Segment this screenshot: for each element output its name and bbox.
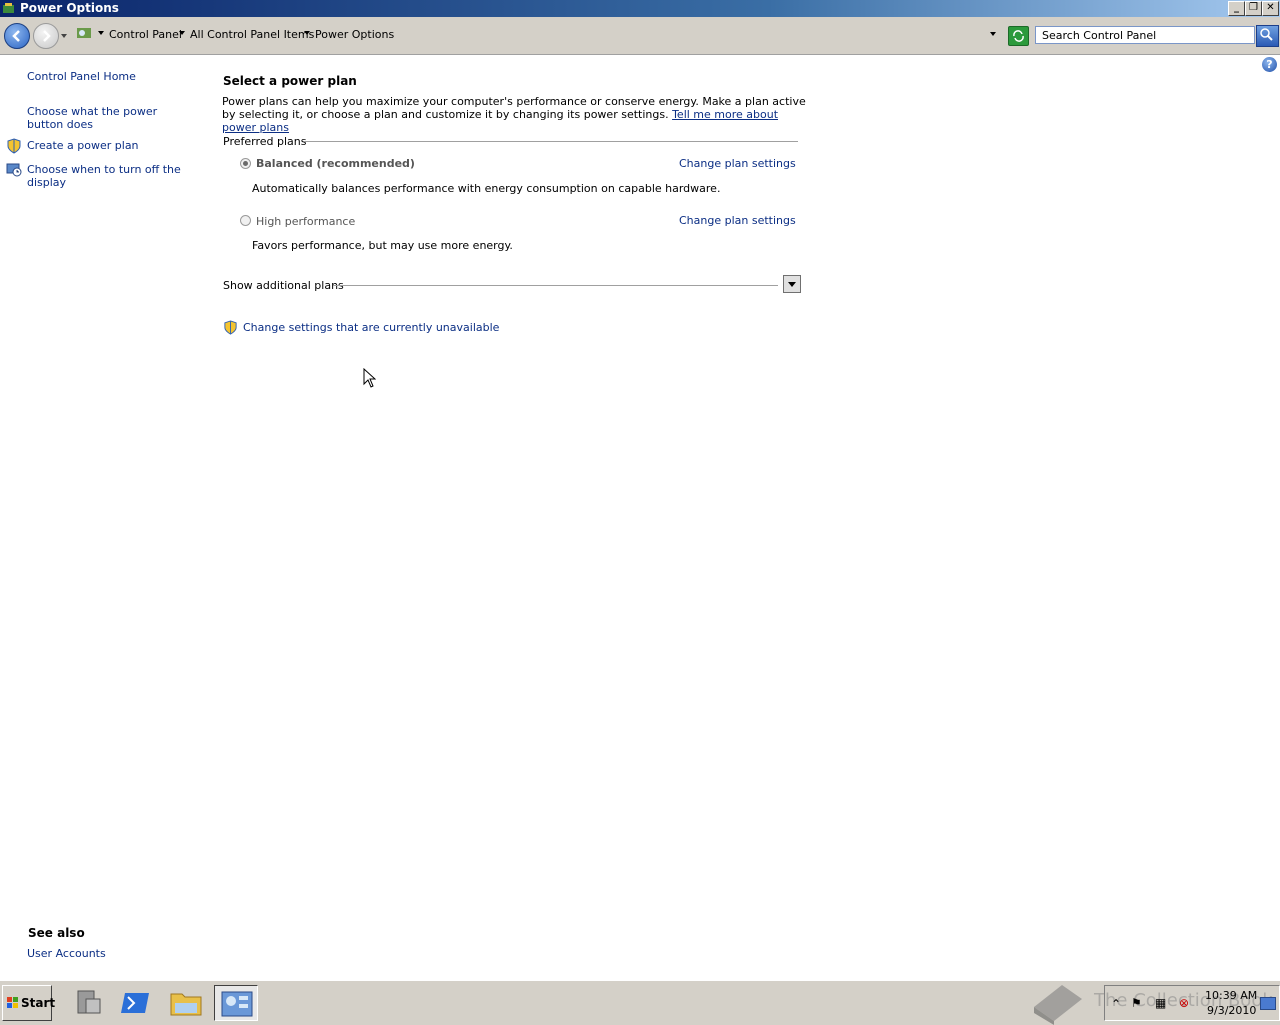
start-button[interactable]: Start	[2, 985, 56, 1021]
high-performance-radio[interactable]	[240, 215, 251, 226]
window-title: Power Options	[20, 1, 119, 15]
control-panel-home-link[interactable]: Control Panel Home	[27, 70, 187, 83]
mouse-cursor-icon	[363, 368, 376, 388]
explorer-taskbar-button[interactable]	[165, 985, 209, 1021]
address-dropdown-icon[interactable]	[990, 32, 996, 36]
change-unavailable-settings-link[interactable]: Change settings that are currently unava…	[243, 321, 499, 334]
monitor-clock-icon	[6, 162, 22, 178]
search-icon	[1260, 28, 1273, 41]
clock-date[interactable]: 9/3/2010	[1207, 1004, 1256, 1017]
show-hidden-icons-icon[interactable]: ⌃	[1111, 997, 1121, 1011]
refresh-button[interactable]	[1008, 26, 1029, 46]
turn-off-display-link[interactable]: Choose when to turn off the display	[27, 163, 187, 189]
preferred-plans-label: Preferred plans	[223, 135, 307, 148]
expand-additional-plans-button[interactable]	[783, 275, 801, 293]
balanced-plan-name[interactable]: Balanced (recommended)	[256, 157, 415, 170]
breadcrumb-power-options[interactable]: Power Options	[315, 28, 394, 41]
see-also-heading: See also	[28, 926, 85, 940]
server-manager-taskbar-button[interactable]	[66, 985, 110, 1021]
search-input[interactable]: Search Control Panel	[1035, 26, 1255, 44]
start-label: Start	[21, 996, 56, 1010]
search-button[interactable]	[1256, 25, 1279, 47]
left-pane: Control Panel Home Choose what the power…	[0, 55, 200, 980]
high-performance-plan-description: Favors performance, but may use more ene…	[252, 239, 513, 252]
folder-icon	[170, 993, 202, 1016]
clock-time[interactable]: 10:39 AM	[1205, 989, 1257, 1002]
back-button[interactable]	[4, 23, 30, 49]
flag-icon[interactable]: ⚑	[1131, 996, 1142, 1010]
intro-text: Power plans can help you maximize your c…	[222, 95, 807, 134]
page-title: Select a power plan	[223, 74, 357, 88]
address-bar: Control Panel All Control Panel Items Po…	[0, 17, 1280, 55]
recent-pages-dropdown-icon[interactable]	[61, 34, 67, 38]
power-options-icon	[2, 2, 15, 15]
high-performance-plan-name[interactable]: High performance	[256, 215, 355, 228]
powershell-taskbar-button[interactable]	[115, 985, 159, 1021]
high-performance-change-settings-link[interactable]: Change plan settings	[679, 214, 796, 227]
create-power-plan-link[interactable]: Create a power plan	[27, 139, 187, 152]
balanced-plan-description: Automatically balances performance with …	[252, 182, 721, 195]
main-content: Select a power plan Power plans can help…	[222, 55, 1262, 980]
divider	[333, 285, 778, 286]
volume-muted-icon[interactable]: ⊗	[1179, 996, 1189, 1010]
show-desktop-icon[interactable]	[1260, 997, 1276, 1010]
close-button[interactable]: ✕	[1262, 1, 1279, 16]
server-manager-icon	[77, 990, 101, 1014]
chevron-down-icon[interactable]	[179, 31, 185, 35]
show-additional-plans-label[interactable]: Show additional plans	[223, 279, 344, 292]
help-icon[interactable]: ?	[1262, 57, 1277, 72]
shield-icon	[223, 320, 238, 335]
power-button-link[interactable]: Choose what the power button does	[27, 105, 187, 131]
taskbar: Start The Collection Book ⌃ ⚑ ▦ ⊗ 10:39 …	[0, 980, 1280, 1025]
user-accounts-link[interactable]: User Accounts	[27, 947, 106, 960]
watermark-logo-icon	[1034, 985, 1082, 1025]
restore-button[interactable]: ❐	[1245, 1, 1262, 16]
breadcrumb-control-panel[interactable]: Control Panel	[109, 28, 182, 41]
chevron-down-icon[interactable]	[304, 31, 310, 35]
windows-logo-icon	[7, 997, 18, 1008]
minimize-button[interactable]: _	[1228, 1, 1245, 16]
chevron-down-icon[interactable]	[98, 31, 104, 35]
shield-icon	[6, 138, 22, 154]
divider	[304, 141, 798, 142]
network-icon[interactable]: ▦	[1155, 996, 1166, 1010]
balanced-change-settings-link[interactable]: Change plan settings	[679, 157, 796, 170]
control-panel-icon	[221, 991, 253, 1017]
forward-button[interactable]	[33, 23, 59, 49]
breadcrumb-all-items[interactable]: All Control Panel Items	[190, 28, 314, 41]
title-bar[interactable]: Power Options _ ❐ ✕	[0, 0, 1280, 17]
breadcrumb[interactable]: Control Panel All Control Panel Items Po…	[76, 22, 1004, 44]
control-panel-icon	[76, 25, 92, 44]
control-panel-taskbar-button[interactable]	[214, 985, 258, 1021]
balanced-radio[interactable]	[240, 158, 251, 169]
powershell-icon	[121, 993, 149, 1013]
